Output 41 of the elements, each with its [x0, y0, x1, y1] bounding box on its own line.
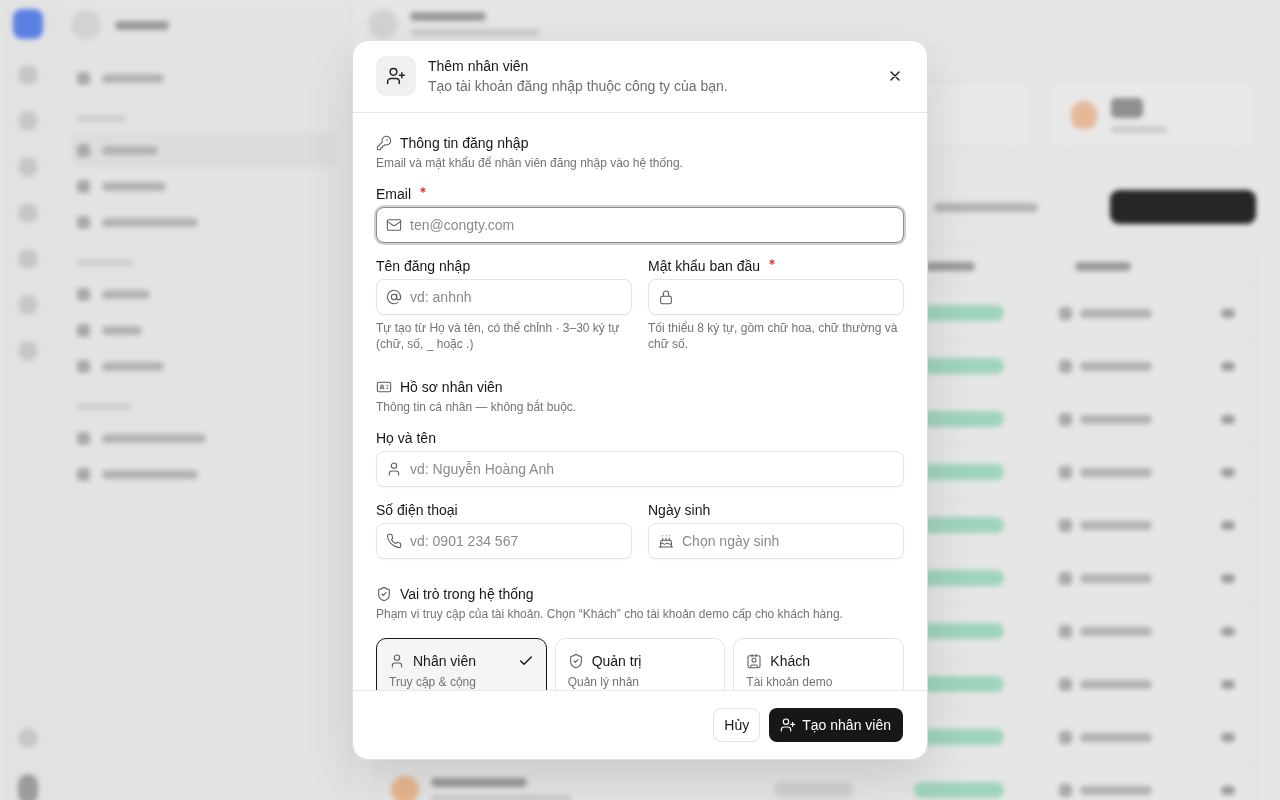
cancel-button[interactable]: Hủy — [713, 708, 761, 742]
section-title: Thông tin đăng nhập — [400, 134, 529, 153]
field-hint: Tối thiểu 8 ký tự, gồm chữ hoa, chữ thường và chữ số. — [648, 320, 899, 352]
dialog-subtitle: Tạo tài khoản đăng nhập thuộc công ty của bạn. — [428, 77, 728, 96]
section-description: Phạm vi truy cập của tài khoản. Chọn “Khách” cho tài khoản demo cấp cho khách hàng. — [376, 606, 843, 622]
field-label: Mật khẩu ban đầu — [648, 257, 761, 276]
section-title: Hồ sơ nhân viên — [400, 378, 503, 397]
lock-icon — [658, 289, 674, 305]
date-field[interactable]: Chọn ngày sinh — [648, 523, 904, 559]
shield-check-icon — [567, 653, 584, 669]
phone-field[interactable]: vd: 0901 234 567 — [376, 523, 632, 559]
section-title: Vai trò trong hệ thống — [400, 585, 534, 604]
field-label: Họ và tên — [376, 429, 436, 448]
user-plus-icon — [376, 56, 416, 96]
cake-icon — [658, 533, 674, 549]
section-description: Thông tin cá nhân — không bắt buộc. — [376, 399, 577, 415]
id-card-icon — [376, 379, 392, 395]
email-field[interactable]: ten@congty.com — [376, 207, 904, 243]
name-field[interactable]: vd: Nguyễn Hoàng Anh — [376, 451, 904, 487]
at-sign-icon — [386, 289, 402, 305]
person-badge-icon — [746, 653, 763, 669]
role-option[interactable]: Quản trị Quản lý nhân — [554, 638, 726, 690]
password-field[interactable] — [648, 279, 904, 315]
username-field[interactable]: vd: anhnh — [376, 279, 632, 315]
user-icon — [389, 653, 405, 669]
key-icon — [376, 135, 392, 151]
create-employee-button[interactable]: Tạo nhân viên — [769, 708, 903, 742]
role-option[interactable]: Nhân viên Truy cập & cộng — [376, 638, 547, 690]
phone-icon — [386, 533, 402, 549]
field-hint: Tự tạo từ Họ và tên, có thể chỉnh · 3–30 ký tự (chữ, số, _ hoặc .) — [376, 320, 621, 352]
section-description: Email và mật khẩu để nhân viên đăng nhập vào hệ thống. — [376, 155, 683, 171]
field-label: Tên đăng nhập — [376, 257, 471, 276]
shield-check-icon — [376, 586, 392, 602]
field-label: Số điện thoại — [376, 501, 458, 520]
mail-icon — [386, 217, 402, 233]
user-icon — [386, 461, 402, 477]
field-label: Ngày sinh — [648, 501, 711, 520]
user-plus-icon — [780, 717, 797, 733]
role-option[interactable]: Khách Tài khoản demo — [733, 638, 904, 690]
field-label: Email — [376, 185, 411, 204]
dialog-title: Thêm nhân viên — [428, 57, 529, 76]
